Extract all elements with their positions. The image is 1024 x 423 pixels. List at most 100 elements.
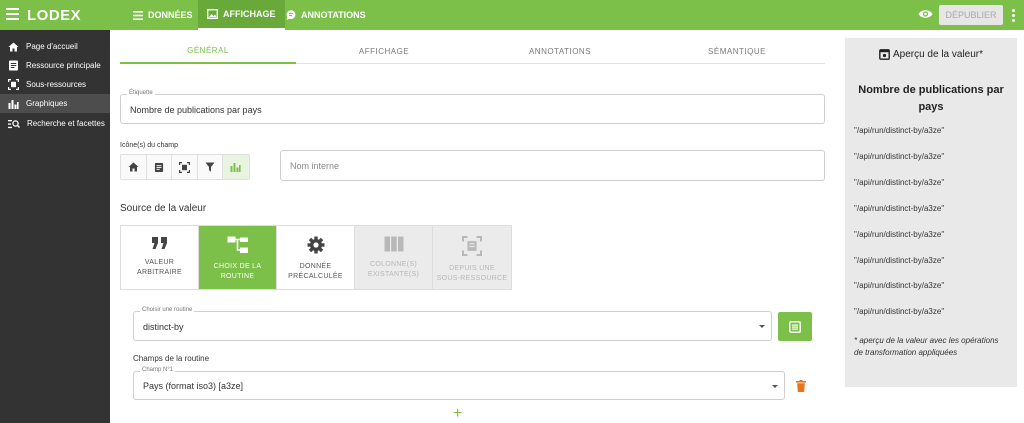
value-source-title: Source de la valeur [120, 203, 207, 214]
internal-name-field[interactable]: Nom interne [280, 150, 825, 181]
source-label-line1: VALEUR [144, 259, 175, 266]
document-icon [9, 60, 18, 71]
top-app-bar: LODEX DONNÉES AFFICHAGE ANNOTATIONS DÉPU… [0, 0, 1024, 30]
routine-select-value: distinct-by [143, 322, 184, 332]
preview-row: "/api/run/distinct-by/a3ze" [854, 307, 945, 316]
preview-title-text: Aperçu de la valeur* [892, 49, 984, 60]
tab-general[interactable]: GÉNÉRAL [120, 38, 296, 64]
sidebar-item-main-resource[interactable]: Ressource principale [0, 56, 110, 75]
field-icons-toggle-group [120, 154, 250, 180]
field-icon-subresource-toggle[interactable] [172, 155, 198, 179]
sidebar-item-label: Ressource principale [26, 61, 101, 70]
nav-tab-affichage[interactable]: AFFICHAGE [198, 0, 285, 30]
chevron-down-icon [759, 325, 765, 328]
list-icon [133, 10, 143, 20]
value-preview-panel: Aperçu de la valeur* Nombre de publicati… [845, 38, 1017, 387]
label-field-label: Étiquette [127, 90, 155, 96]
routine-select[interactable]: Choisir une routine distinct-by [133, 307, 772, 341]
source-label-line1: DONNÉE [299, 263, 332, 270]
source-label-line2: EXISTANTE(S) [367, 271, 420, 278]
source-label-line1: COLONNE(S) [370, 261, 417, 268]
sidebar-item-label: Page d'accueil [26, 42, 78, 51]
field-icon-home-toggle[interactable] [121, 155, 147, 179]
delete-icon[interactable] [796, 380, 806, 392]
field-icon-filter-toggle[interactable] [197, 155, 223, 179]
internal-name-placeholder: Nom interne [290, 161, 340, 171]
source-existing-columns-button[interactable]: COLONNE(S) EXISTANTE(S) [355, 226, 433, 289]
edit-field-tabs: GÉNÉRAL AFFICHAGE ANNOTATIONS SÉMANTIQUE [120, 38, 825, 64]
preview-row: "/api/run/distinct-by/a3ze" [854, 230, 945, 239]
routine-info-button[interactable] [778, 312, 812, 341]
comment-icon [286, 10, 296, 20]
document-icon [154, 162, 163, 172]
source-label-line2: ARBITRAIRE [136, 269, 182, 276]
tree-icon [227, 236, 248, 253]
source-arbitrary-value-button[interactable]: VALEUR ARBITRAIRE [121, 226, 199, 289]
bar-chart-icon [8, 99, 19, 109]
subresource-icon [462, 236, 482, 256]
source-label-line1: DEPUIS UNE [449, 265, 495, 272]
unpublish-button[interactable]: DÉPUBLIER [939, 5, 1003, 25]
quote-icon [151, 237, 167, 249]
nav-tab-label: AFFICHAGE [223, 9, 276, 19]
search-list-icon [8, 119, 20, 128]
preview-row: "/api/run/distinct-by/a3ze" [854, 256, 945, 265]
field-icon-document-toggle[interactable] [146, 155, 172, 179]
tab-semantique[interactable]: SÉMANTIQUE [649, 38, 825, 64]
preview-row: "/api/run/distinct-by/a3ze" [854, 152, 945, 161]
label-field-value[interactable]: Nombre de publications par pays [130, 105, 262, 115]
sidebar-item-label: Sous-ressources [26, 80, 87, 89]
routine-select-label: Choisir une routine [140, 307, 195, 313]
sidebar-item-label: Recherche et facettes [27, 119, 105, 128]
preview-row: "/api/run/distinct-by/a3ze" [854, 281, 945, 290]
preview-heading: Nombre de publications par pays [858, 84, 1004, 113]
bar-chart-icon [230, 163, 241, 172]
image-icon [207, 9, 218, 19]
hamburger-menu-icon[interactable] [6, 8, 19, 20]
list-box-icon [789, 320, 801, 333]
source-routine-button[interactable]: CHOIX DE LA ROUTINE [199, 226, 277, 289]
subresource-icon [178, 161, 190, 173]
source-precomputed-button[interactable]: DONNÉE PRÉCALCULÉE [277, 226, 355, 289]
source-subresource-button[interactable]: DEPUIS UNE SOUS-RESSOURCE [433, 226, 511, 289]
source-label-line2: SOUS-RESSOURCE [436, 275, 508, 282]
source-label-line1: CHOIX DE LA [213, 263, 262, 270]
nav-tab-annotations[interactable]: ANNOTATIONS [286, 0, 366, 30]
nav-tab-label: ANNOTATIONS [301, 10, 366, 20]
sidebar-item-label: Graphiques [26, 99, 68, 108]
routine-field-1-select[interactable]: Champ N°1 Pays (format iso3) [a3ze] [133, 367, 785, 400]
field-icons-label: Icône(s) du champ [120, 142, 178, 149]
gear-icon [307, 236, 324, 254]
sidebar-item-search-facets[interactable]: Recherche et facettes [0, 114, 110, 133]
routine-field-1-label: Champ N°1 [140, 367, 176, 373]
sidebar-item-charts[interactable]: Graphiques [0, 94, 110, 113]
preview-note: * aperçu de la valeur avec les opération… [854, 336, 999, 357]
label-field[interactable]: Étiquette Nombre de publications par pay… [120, 90, 825, 124]
subresource-icon [8, 79, 19, 90]
columns-icon [384, 236, 403, 252]
eye-icon[interactable] [918, 8, 933, 20]
home-icon [128, 162, 139, 172]
home-icon [8, 42, 19, 51]
preview-row: "/api/run/distinct-by/a3ze" [854, 126, 945, 135]
chevron-down-icon [772, 385, 778, 388]
filter-icon [205, 162, 215, 172]
sidebar-item-home[interactable]: Page d'accueil [0, 37, 110, 56]
source-label-line2: PRÉCALCULÉE [288, 273, 343, 280]
source-label-line2: ROUTINE [220, 273, 255, 280]
tab-annotations[interactable]: ANNOTATIONS [472, 38, 648, 64]
preview-title: Aperçu de la valeur* [845, 49, 1017, 60]
nav-tab-donnees[interactable]: DONNÉES [133, 0, 193, 30]
value-source-options: VALEUR ARBITRAIRE CHOIX DE LA ROUTINE DO… [120, 225, 512, 290]
sidebar-item-subresources[interactable]: Sous-ressources [0, 75, 110, 94]
nav-tab-label: DONNÉES [148, 10, 193, 20]
routine-field-1-value: Pays (format iso3) [a3ze] [143, 381, 244, 391]
app-brand[interactable]: LODEX [27, 7, 81, 24]
preview-row: "/api/run/distinct-by/a3ze" [854, 178, 945, 187]
tab-affichage[interactable]: AFFICHAGE [296, 38, 472, 64]
sidebar: Page d'accueil Ressource principale Sous… [0, 30, 110, 423]
more-vert-icon[interactable] [1012, 9, 1015, 24]
field-icon-chart-toggle[interactable] [223, 155, 249, 179]
add-routine-field-button[interactable]: + [453, 405, 462, 423]
preview-icon [879, 49, 890, 60]
